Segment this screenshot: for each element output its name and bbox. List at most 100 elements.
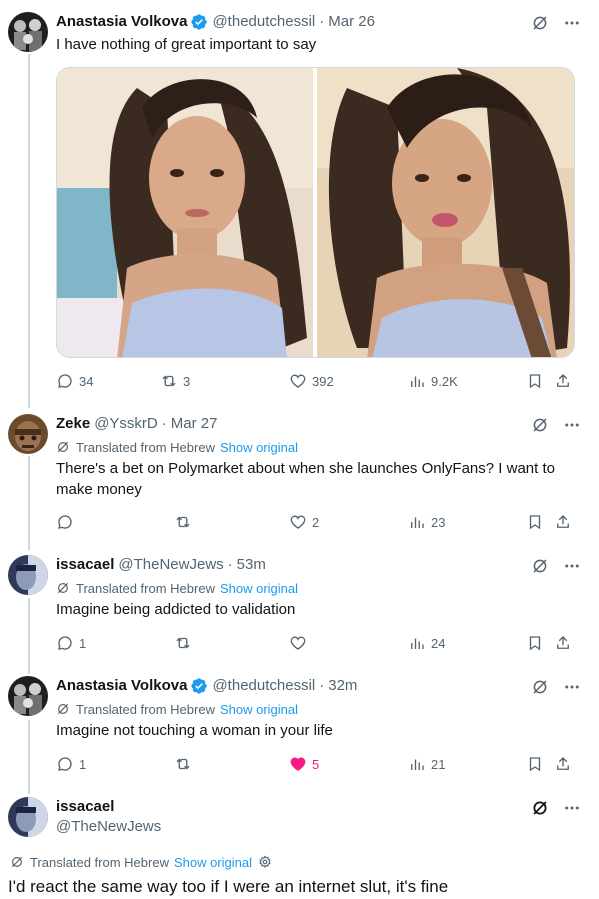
author-handle[interactable]: @TheNewJews [118, 555, 223, 575]
share-icon [557, 636, 569, 649]
share-icon [557, 515, 569, 528]
author-name[interactable]: Anastasia Volkova [56, 12, 187, 32]
like-button[interactable]: 392 [289, 372, 334, 390]
author-name[interactable]: Zeke [56, 414, 90, 434]
avatar[interactable] [8, 414, 48, 454]
translate-icon [11, 856, 23, 868]
views-count: 24 [431, 635, 446, 651]
share-icon [557, 374, 569, 387]
reply-count: 1 [79, 635, 87, 651]
tweet-actions: 2 23 [56, 512, 576, 532]
translation-notice: Translated from Hebrew Show original [56, 700, 589, 718]
grok-icon[interactable] [531, 678, 549, 696]
focused-tweet[interactable]: issacael @TheNewJews Translated from Heb… [0, 797, 599, 899]
photo[interactable] [57, 68, 315, 357]
separator-dot: · [227, 556, 233, 573]
translated-label: Translated from Hebrew [76, 701, 215, 717]
tweet-text: Imagine not touching a woman in your lif… [56, 722, 333, 739]
share-icon [557, 757, 569, 770]
bookmark-button[interactable] [526, 634, 544, 652]
author-handle[interactable]: @thedutchessil [212, 676, 315, 696]
like-button[interactable] [289, 634, 307, 652]
more-icon[interactable] [563, 799, 581, 817]
photo[interactable] [316, 68, 575, 357]
bookmark-button[interactable] [526, 372, 544, 390]
views-button[interactable]: 9.2K [408, 372, 458, 390]
views-icon [411, 376, 424, 387]
like-count: 2 [312, 514, 320, 530]
grok-icon[interactable] [531, 557, 549, 575]
views-count: 23 [431, 514, 446, 530]
author-handle[interactable]: @YsskrD [94, 414, 158, 434]
author-name[interactable]: issacael [56, 555, 114, 575]
repost-button[interactable] [174, 755, 192, 773]
bookmark-button[interactable] [526, 755, 544, 773]
repost-icon [176, 516, 190, 528]
avatar[interactable] [8, 676, 48, 716]
bookmark-icon [529, 636, 541, 651]
timestamp[interactable]: 32m [328, 676, 357, 696]
reply-button[interactable]: 1 [56, 634, 86, 652]
separator-dot: · [319, 677, 325, 694]
reply-icon [58, 515, 72, 529]
avatar[interactable] [8, 797, 48, 837]
avatar[interactable] [8, 12, 48, 52]
tweet-text: I'd react the same way too if I were an … [8, 877, 449, 896]
translation-notice: Translated from Hebrew Show original [10, 853, 272, 871]
author-handle[interactable]: @TheNewJews [56, 817, 161, 837]
reply-button[interactable]: 1 [56, 755, 86, 773]
views-button[interactable]: 21 [408, 755, 445, 773]
tweet-actions: 34 3 392 9.2K [56, 371, 576, 391]
tweet-text: There's a bet on Polymarket about when s… [56, 460, 555, 498]
repost-icon [162, 375, 176, 387]
share-button[interactable] [554, 372, 572, 390]
bookmark-icon [529, 374, 541, 389]
timestamp[interactable]: 53m [237, 555, 266, 575]
views-icon [411, 638, 424, 649]
like-button[interactable]: 5 [289, 755, 319, 773]
share-button[interactable] [554, 634, 572, 652]
repost-button[interactable]: 3 [160, 372, 190, 390]
views-button[interactable]: 23 [408, 513, 445, 531]
reply-button[interactable] [56, 513, 79, 531]
reply-button[interactable]: 34 [56, 372, 93, 390]
show-original-link[interactable]: Show original [174, 855, 252, 870]
more-icon[interactable] [563, 416, 581, 434]
translated-label: Translated from Hebrew [76, 439, 215, 455]
like-button[interactable]: 2 [289, 513, 319, 531]
bookmark-button[interactable] [526, 513, 544, 531]
show-original-link[interactable]: Show original [220, 440, 298, 455]
tweet-text: I have nothing of great important to say [56, 36, 317, 53]
grok-icon[interactable] [531, 416, 549, 434]
timestamp[interactable]: Mar 27 [171, 414, 218, 434]
avatar[interactable] [8, 555, 48, 595]
share-button[interactable] [554, 513, 572, 531]
views-button[interactable]: 24 [408, 634, 445, 652]
author-name[interactable]: issacael [56, 797, 161, 817]
more-icon[interactable] [563, 557, 581, 575]
reply-count: 1 [79, 756, 87, 772]
author-handle[interactable]: @thedutchessil [212, 12, 315, 32]
separator-dot: · [161, 415, 167, 432]
repost-button[interactable] [174, 634, 192, 652]
grok-icon[interactable] [531, 14, 549, 32]
tweet-actions: 1 5 21 [56, 754, 576, 774]
more-icon[interactable] [563, 678, 581, 696]
show-original-link[interactable]: Show original [220, 702, 298, 717]
translate-icon [57, 582, 69, 594]
media-grid[interactable] [56, 67, 575, 358]
verified-badge-icon [191, 678, 208, 694]
share-button[interactable] [554, 755, 572, 773]
translated-label: Translated from Hebrew [30, 854, 169, 870]
like-icon [290, 374, 306, 388]
timestamp[interactable]: Mar 26 [328, 12, 375, 32]
views-count: 9.2K [431, 373, 458, 389]
tweet-header-icons [531, 14, 581, 32]
settings-icon[interactable] [258, 855, 272, 869]
author-name[interactable]: Anastasia Volkova [56, 676, 187, 696]
repost-button[interactable] [174, 513, 192, 531]
show-original-link[interactable]: Show original [220, 581, 298, 596]
views-icon [411, 517, 424, 528]
grok-icon[interactable] [531, 799, 549, 817]
more-icon[interactable] [563, 14, 581, 32]
